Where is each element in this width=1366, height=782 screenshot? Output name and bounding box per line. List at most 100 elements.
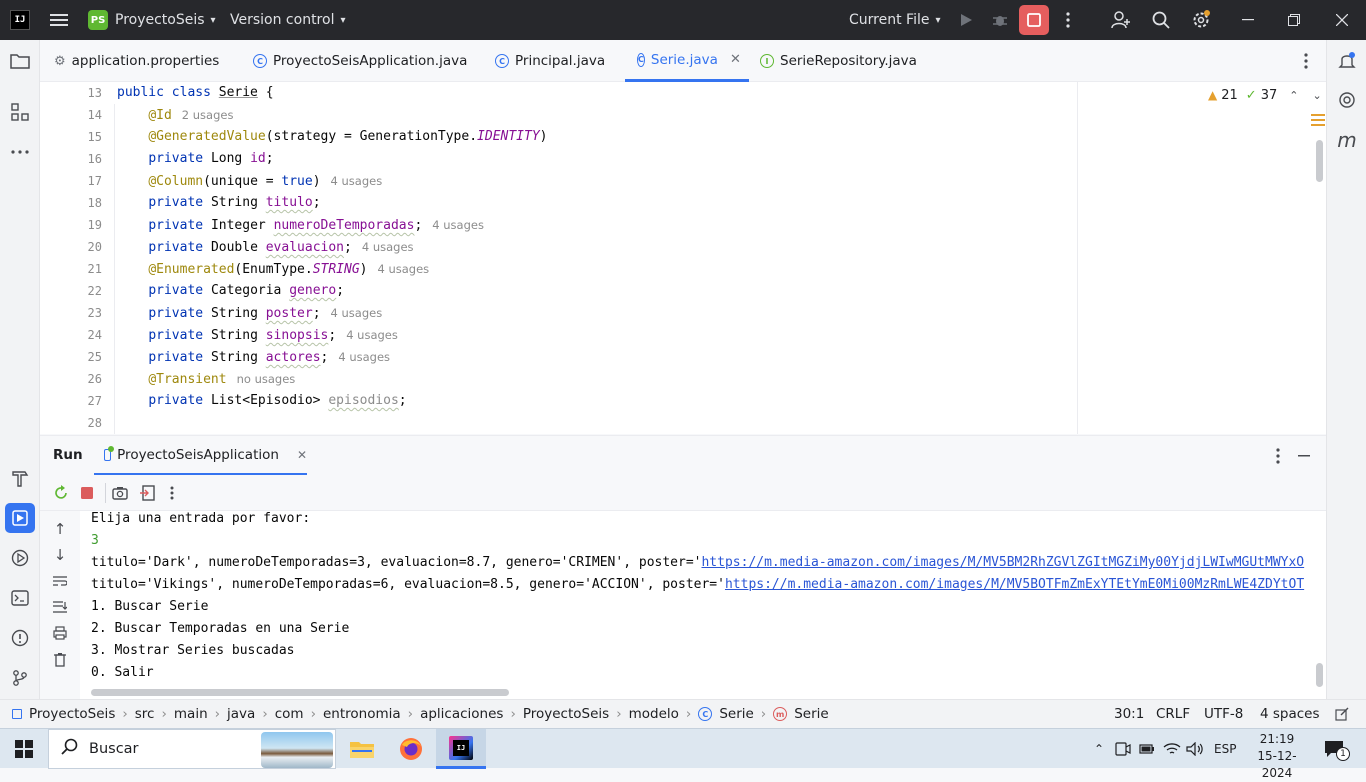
minimize-icon[interactable] <box>1238 10 1258 30</box>
exit-icon[interactable] <box>137 483 157 503</box>
poster-link[interactable]: https://m.media-amazon.com/images/M/MV5B… <box>725 577 1304 592</box>
close-tab-icon[interactable]: ✕ <box>297 448 307 462</box>
chevron-down-icon[interactable]: ⌄ <box>1312 89 1321 102</box>
tabs-more-icon[interactable] <box>1296 51 1316 71</box>
breadcrumb-item[interactable]: Serie <box>794 706 828 722</box>
tray-chevron-up-icon[interactable]: ⌃ <box>1090 739 1108 759</box>
line-separator[interactable]: CRLF <box>1156 700 1190 728</box>
scroll-to-end-icon[interactable] <box>50 597 70 617</box>
caret-position[interactable]: 30:1 <box>1114 700 1144 728</box>
vcs-label: Version control <box>230 12 335 28</box>
console-v-scrollbar[interactable] <box>1316 663 1323 687</box>
stop-icon[interactable] <box>77 483 97 503</box>
restore-icon[interactable] <box>1284 10 1304 30</box>
breadcrumb-item[interactable]: main <box>174 706 208 722</box>
debug-icon[interactable] <box>990 10 1010 30</box>
add-user-icon[interactable] <box>1110 10 1132 30</box>
file-encoding[interactable]: UTF-8 <box>1204 700 1243 728</box>
git-branch-icon[interactable] <box>9 668 31 688</box>
battery-icon[interactable] <box>1138 739 1156 759</box>
intellij-logo-icon[interactable]: IJ <box>10 10 30 30</box>
close-window-icon[interactable] <box>1332 10 1352 30</box>
ai-assistant-icon[interactable] <box>1336 90 1358 110</box>
notification-center-icon[interactable]: 1 <box>1322 737 1350 761</box>
run-tab-proyectoseis[interactable]: ProyectoSeisApplication ✕ <box>94 436 307 476</box>
tab-principal[interactable]: C Principal.java <box>495 40 605 82</box>
editor-scrollbar[interactable] <box>1316 140 1323 182</box>
settings-gear-icon[interactable] <box>1190 10 1212 30</box>
taskbar-search[interactable]: Buscar <box>48 729 336 769</box>
arrow-down-icon[interactable]: ↓ <box>50 545 70 565</box>
run-tool-icon[interactable] <box>5 503 35 533</box>
notifications-bell-icon[interactable] <box>1336 51 1358 71</box>
search-icon[interactable] <box>1150 10 1172 30</box>
arrow-up-icon[interactable]: ↑ <box>50 519 70 539</box>
main-menu-icon[interactable] <box>48 10 70 30</box>
app-run-icon <box>104 445 115 461</box>
file-explorer-icon[interactable] <box>348 735 376 763</box>
breadcrumb-item[interactable]: src <box>135 706 155 722</box>
interface-icon: I <box>760 54 774 68</box>
problems-icon[interactable] <box>9 628 31 648</box>
breadcrumb-item[interactable]: ProyectoSeis <box>29 706 115 722</box>
console-line: titulo='Vikings', numeroDeTemporadas=6, … <box>91 577 1305 592</box>
lock-edit-icon[interactable] <box>1333 705 1351 723</box>
panel-more-icon[interactable] <box>1268 446 1288 466</box>
chevron-up-icon[interactable]: ⌃ <box>1289 89 1298 102</box>
firefox-icon[interactable] <box>397 735 425 763</box>
chevron-right-icon: › <box>262 706 268 722</box>
chevron-right-icon: › <box>214 706 221 722</box>
breadcrumb-item[interactable]: java <box>227 706 255 722</box>
volume-icon[interactable] <box>1185 739 1205 759</box>
breadcrumb-item[interactable]: com <box>275 706 304 722</box>
line-number: 19 <box>87 218 102 232</box>
breadcrumb-item[interactable]: ProyectoSeis <box>523 706 609 722</box>
more-actions-icon[interactable] <box>1058 10 1078 30</box>
camera-icon[interactable] <box>110 483 130 503</box>
breadcrumb-item[interactable]: Serie <box>719 706 753 722</box>
line-gutter: 13 14 15 16 17 18 19 20 21 22 23 24 25 2… <box>40 82 102 434</box>
inspections-widget[interactable]: ▲ 21 ✓ 37 ⌃ ⌄ <box>1208 86 1322 104</box>
breadcrumb-item[interactable]: entronomia <box>323 706 401 722</box>
breadcrumb-item[interactable]: aplicaciones <box>420 706 503 722</box>
meet-now-icon[interactable] <box>1114 739 1132 759</box>
build-hammer-icon[interactable] <box>9 468 31 488</box>
breadcrumb-item[interactable]: modelo <box>629 706 679 722</box>
more-tools-icon[interactable] <box>9 142 31 162</box>
tab-serie[interactable]: C Serie.java ✕ <box>625 40 749 82</box>
poster-link[interactable]: https://m.media-amazon.com/images/M/MV5B… <box>701 555 1304 570</box>
console-line: Elija una entrada por favor: <box>91 511 311 526</box>
run-icon[interactable] <box>956 10 976 30</box>
tab-serie-repository[interactable]: I SerieRepository.java <box>760 40 917 82</box>
taskbar-intellij-active[interactable]: IJ <box>436 729 486 769</box>
console-line: titulo='Dark', numeroDeTemporadas=3, eva… <box>91 555 1305 570</box>
clock[interactable]: 21:19 15-12-2024 <box>1246 731 1308 780</box>
hide-panel-icon[interactable] <box>1294 446 1314 466</box>
terminal-icon[interactable] <box>9 588 31 608</box>
search-placeholder: Buscar <box>89 741 139 757</box>
stop-button[interactable] <box>1019 5 1049 35</box>
language-indicator[interactable]: ESP <box>1214 729 1236 769</box>
rerun-icon[interactable] <box>51 483 71 503</box>
structure-icon[interactable] <box>9 102 31 122</box>
indent-setting[interactable]: 4 spaces <box>1260 700 1320 728</box>
intellij-app-icon: IJ <box>449 736 473 760</box>
project-selector[interactable]: PS ProyectoSeis ▾ <box>88 0 216 40</box>
project-folder-icon[interactable] <box>9 51 31 71</box>
run-more-icon[interactable] <box>162 483 182 503</box>
tab-proyectoseis-application[interactable]: C ProyectoSeisApplication.java <box>253 40 467 82</box>
print-icon[interactable] <box>50 623 70 643</box>
trash-icon[interactable] <box>50 649 70 669</box>
run-config-selector[interactable]: Current File ▾ <box>849 0 941 40</box>
services-icon[interactable] <box>9 548 31 568</box>
windows-start-icon[interactable] <box>12 737 36 761</box>
console-output[interactable]: Elija una entrada por favor: 3 titulo='D… <box>80 511 1326 699</box>
maven-icon[interactable]: m <box>1336 128 1358 152</box>
wifi-icon[interactable] <box>1162 739 1182 759</box>
vcs-selector[interactable]: Version control ▾ <box>230 0 346 40</box>
close-tab-icon[interactable]: ✕ <box>730 52 741 67</box>
console-h-scrollbar[interactable] <box>91 689 509 696</box>
tab-application-properties[interactable]: ⚙ application.properties <box>54 40 219 82</box>
soft-wrap-icon[interactable] <box>50 571 70 591</box>
reader-mode-icon[interactable] <box>1311 113 1325 127</box>
